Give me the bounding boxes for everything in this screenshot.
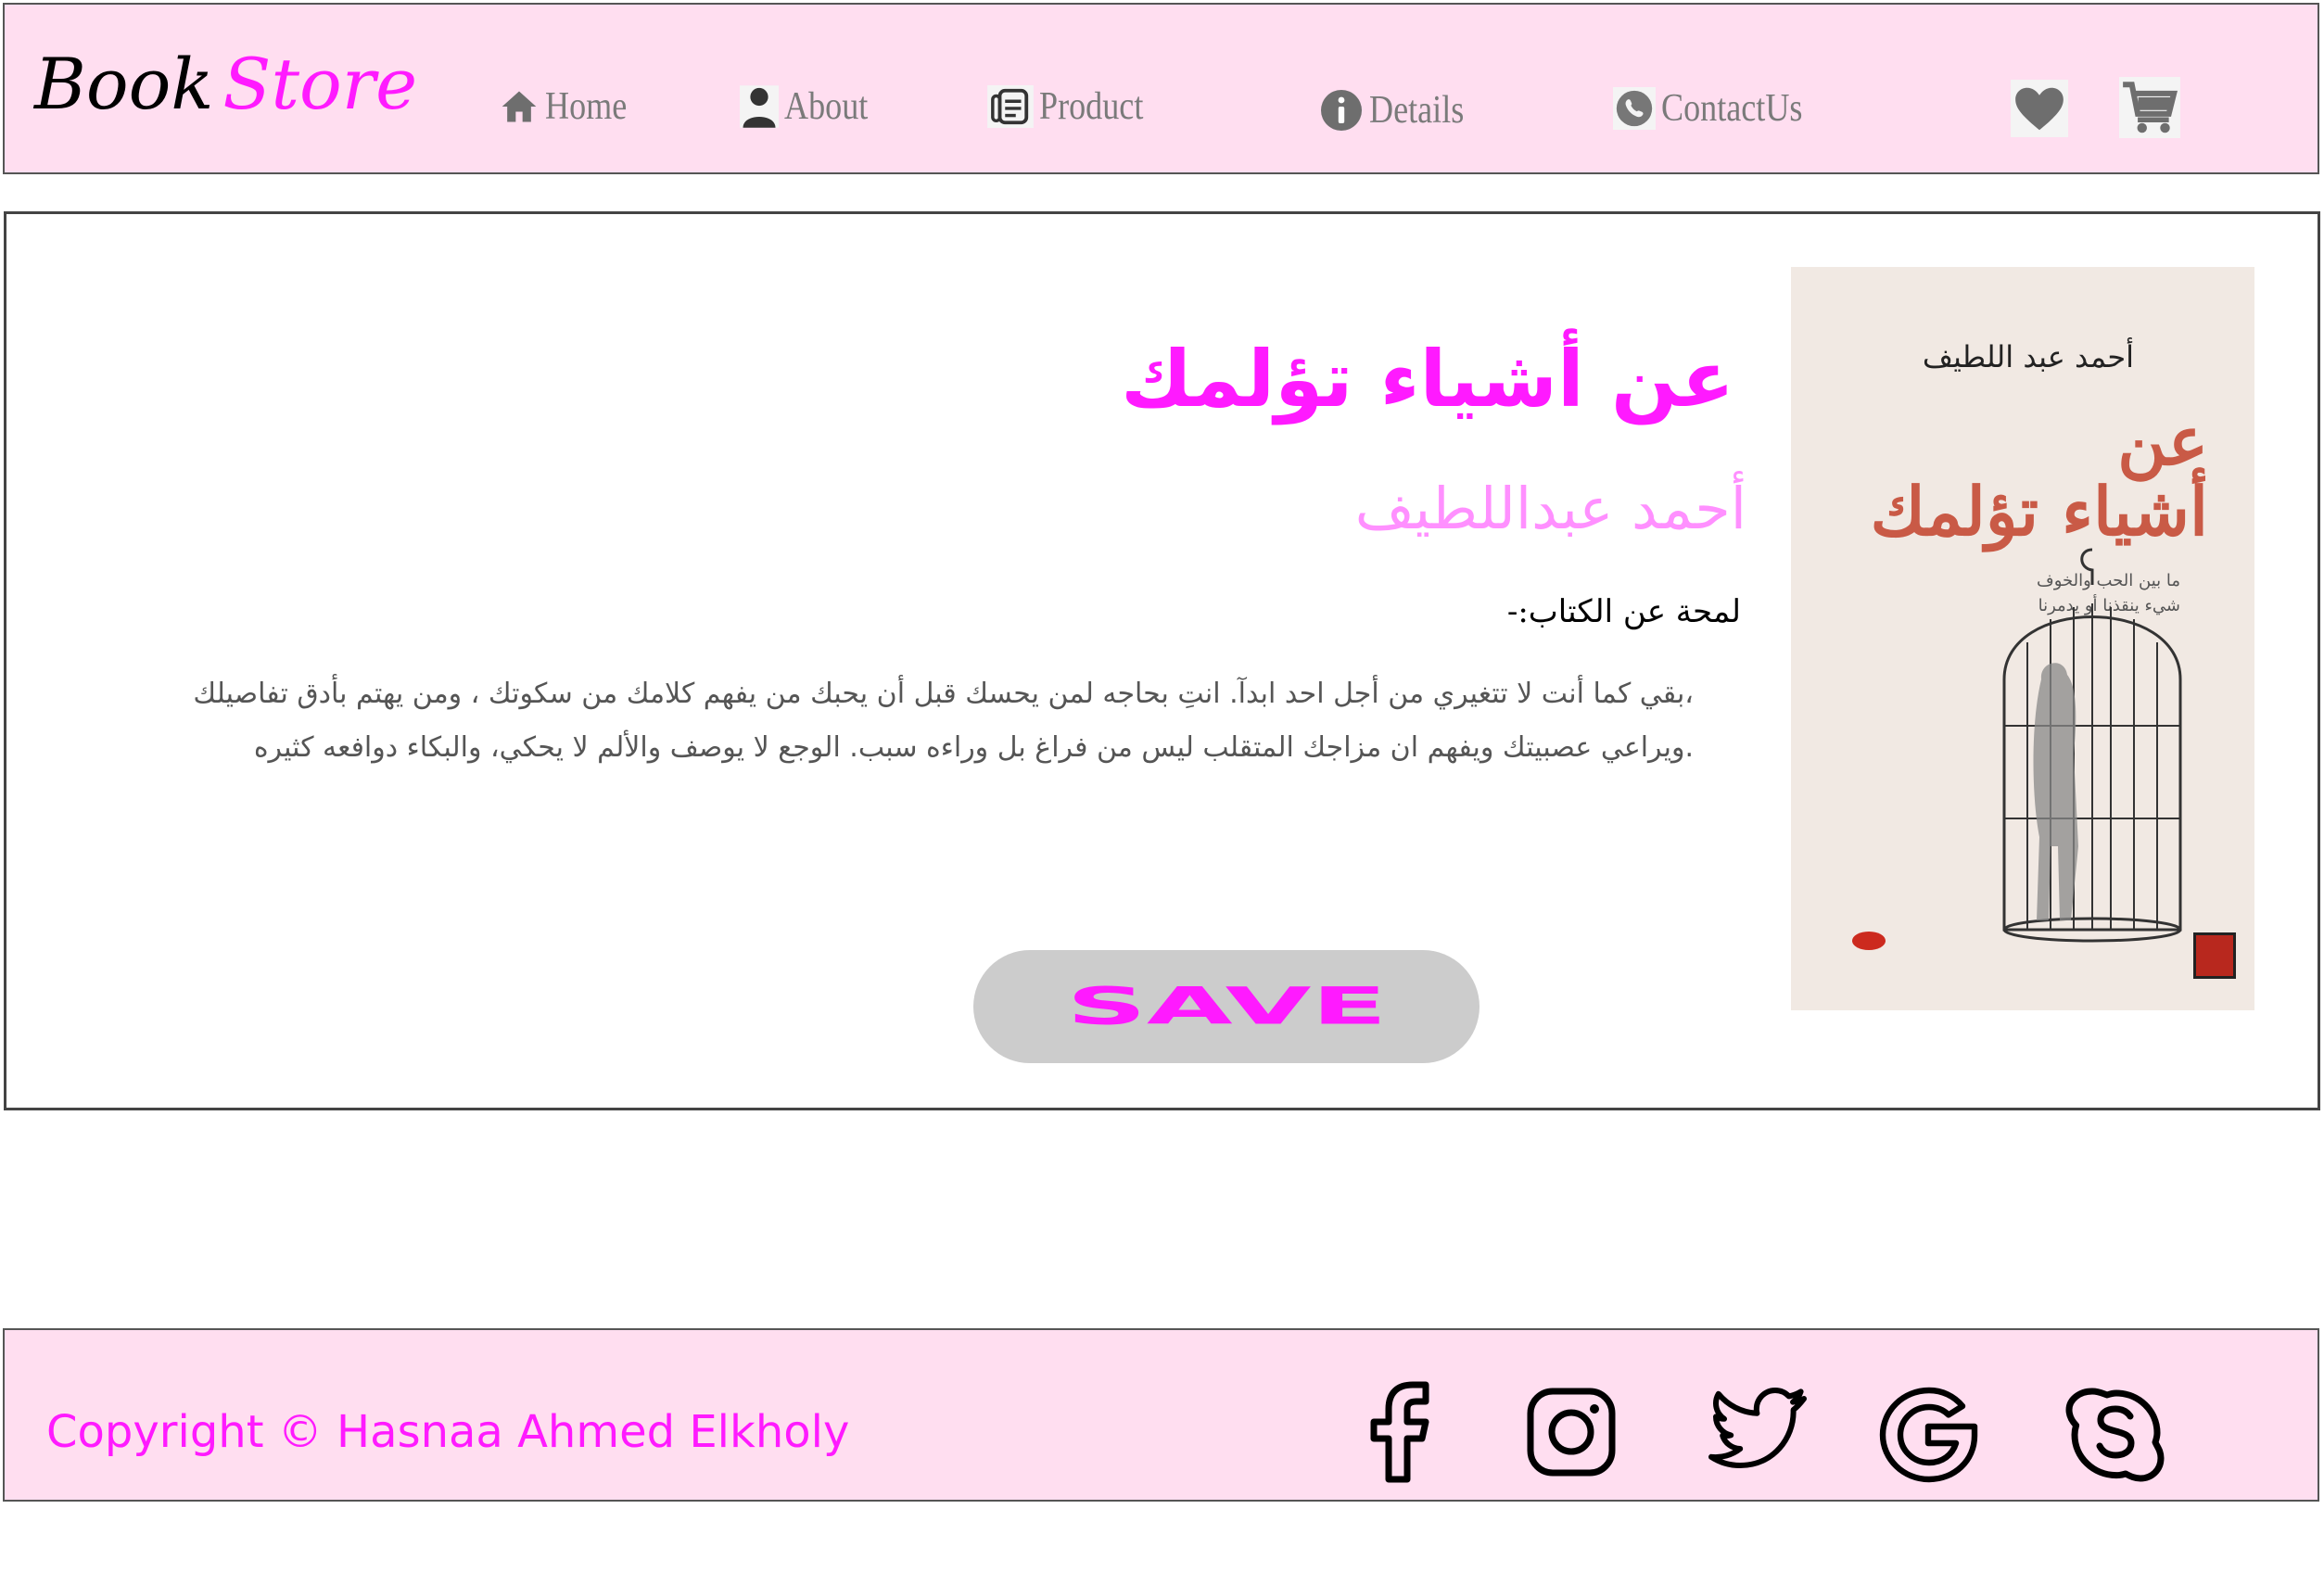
footer: Copyright © Hasnaa Ahmed Elkholy bbox=[3, 1328, 2319, 1502]
red-heart-stone bbox=[1852, 932, 1886, 950]
logo[interactable]: Book Store bbox=[34, 49, 417, 120]
facebook-icon[interactable] bbox=[1363, 1381, 1437, 1483]
book-title: عن أشياء تؤلمك bbox=[1121, 334, 1734, 425]
nav-home[interactable]: Home bbox=[499, 84, 641, 129]
book-description-line2: .ويراعي عصبيتك ويفهم ان مزاجك المتقلب لي… bbox=[253, 731, 1694, 764]
book-description-line1: ،بقي كما أنت لا تتغيري من أجل احد ابدآ. … bbox=[193, 678, 1694, 710]
cover-title: عن أشياء تؤلمك bbox=[1871, 406, 2208, 546]
cart-icon[interactable] bbox=[2118, 77, 2181, 138]
nav-details[interactable]: Details bbox=[1319, 88, 1479, 133]
copyright-text: Copyright © Hasnaa Ahmed Elkholy bbox=[46, 1406, 850, 1458]
skype-icon[interactable] bbox=[2061, 1386, 2170, 1484]
cover-author: أحمد عبد اللطيف bbox=[1922, 339, 2134, 374]
nav-details-label: Details bbox=[1369, 89, 1465, 132]
cover-title-line2: أشياء تؤلمك bbox=[1870, 471, 2208, 551]
nav-contactus[interactable]: ContactUs bbox=[1613, 86, 1825, 131]
logo-store: Store bbox=[222, 43, 418, 125]
header: Book Store Home About Product Details Con… bbox=[3, 3, 2319, 174]
nav-about-label: About bbox=[784, 85, 869, 128]
nav-product-label: Product bbox=[1039, 85, 1144, 128]
publisher-logo bbox=[2193, 932, 2236, 979]
info-icon bbox=[1321, 90, 1362, 131]
home-icon bbox=[502, 91, 537, 122]
save-button[interactable]: SAVE bbox=[973, 950, 1479, 1063]
nav-contactus-label: ContactUs bbox=[1661, 87, 1803, 130]
cover-title-line1: عن bbox=[2117, 401, 2208, 480]
heart-icon[interactable] bbox=[2011, 79, 2068, 138]
nav-about[interactable]: About bbox=[740, 84, 882, 129]
book-cover-image: أحمد عبد اللطيف عن أشياء تؤلمك ما بين ال… bbox=[1791, 267, 2254, 1010]
nav-product[interactable]: Product bbox=[987, 84, 1161, 129]
save-button-label: SAVE bbox=[1066, 976, 1387, 1037]
about-book-label: لمحة عن الكتاب:- bbox=[1506, 593, 1741, 630]
instagram-icon[interactable] bbox=[1525, 1386, 1618, 1478]
nav-home-label: Home bbox=[545, 85, 628, 128]
twitter-icon[interactable] bbox=[1706, 1386, 1810, 1475]
book-description: ،بقي كما أنت لا تتغيري من أجل احد ابدآ. … bbox=[164, 667, 1694, 775]
google-icon[interactable] bbox=[1874, 1386, 1984, 1484]
phone-icon bbox=[1613, 87, 1656, 130]
birdcage-illustration bbox=[2002, 548, 2182, 943]
document-icon bbox=[987, 85, 1034, 128]
book-author: أحمد عبداللطيف bbox=[1354, 475, 1746, 542]
person-icon bbox=[740, 85, 779, 128]
logo-book: Book bbox=[34, 43, 214, 125]
